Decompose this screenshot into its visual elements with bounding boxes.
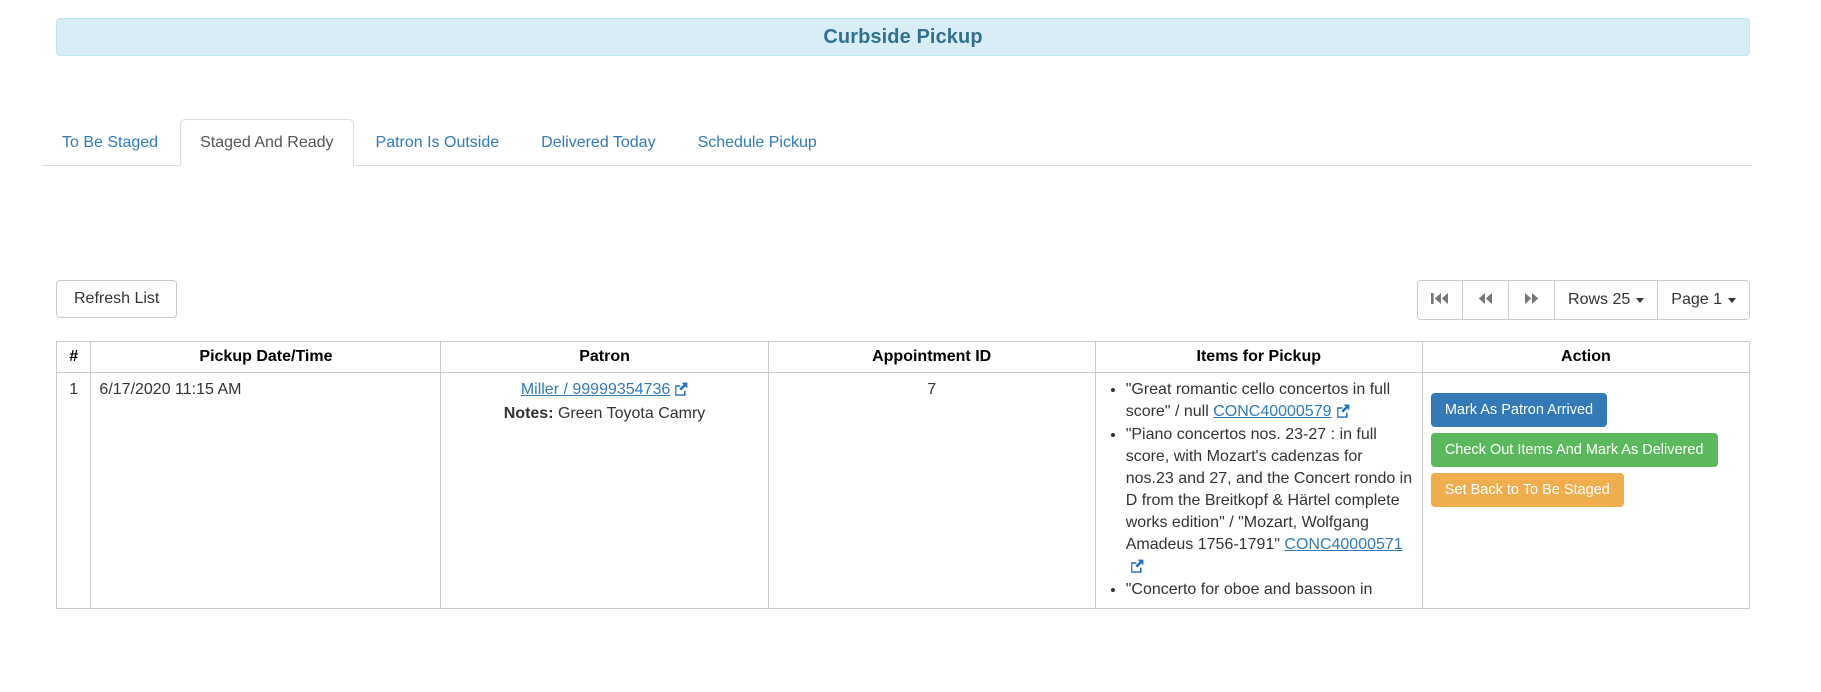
patron-block: Miller / 99999354736 Notes: Green Toyota … bbox=[449, 379, 759, 425]
cell-appointment-id: 7 bbox=[768, 373, 1095, 609]
column-header-number: # bbox=[57, 342, 91, 373]
chevron-down-icon bbox=[1728, 298, 1736, 303]
pickup-item-barcode-link[interactable]: CONC40000571 bbox=[1284, 536, 1402, 553]
pickup-list-container: # Pickup Date/Time Patron Appointment ID… bbox=[56, 341, 1750, 692]
cell-pickup-datetime: 6/17/2020 11:15 AM bbox=[91, 373, 441, 609]
notes-label: Notes: bbox=[504, 405, 554, 422]
pagination-controls: Rows 25 Page 1 bbox=[1417, 280, 1750, 320]
column-header-patron: Patron bbox=[441, 342, 768, 373]
tab-delivered-today[interactable]: Delivered Today bbox=[521, 119, 675, 166]
rows-per-page-dropdown[interactable]: Rows 25 bbox=[1555, 280, 1658, 320]
previous-page-button[interactable] bbox=[1463, 280, 1509, 320]
tab-schedule-pickup[interactable]: Schedule Pickup bbox=[678, 119, 837, 166]
cell-row-number: 1 bbox=[57, 373, 91, 609]
table-row: 16/17/2020 11:15 AM Miller / 99999354736 N… bbox=[57, 373, 1750, 609]
action-button-0[interactable]: Mark As Patron Arrived bbox=[1431, 393, 1607, 427]
action-button-2[interactable]: Set Back to To Be Staged bbox=[1431, 473, 1624, 507]
external-link-icon[interactable] bbox=[1336, 404, 1350, 418]
tab-label: Schedule Pickup bbox=[698, 134, 817, 151]
pickup-items-list: "Great romantic cello concertos in full … bbox=[1104, 379, 1414, 601]
first-page-icon bbox=[1431, 292, 1449, 308]
tab-label: Delivered Today bbox=[541, 134, 655, 151]
action-button-group: Mark As Patron Arrived Check Out Items An… bbox=[1431, 379, 1741, 507]
pickup-item: "Piano concertos nos. 23-27 : in full sc… bbox=[1126, 424, 1414, 578]
first-page-button[interactable] bbox=[1417, 280, 1463, 320]
pickup-item: "Concerto for oboe and bassoon in bbox=[1126, 579, 1414, 601]
action-button-1[interactable]: Check Out Items And Mark As Delivered bbox=[1431, 433, 1718, 467]
column-header-appointment-id: Appointment ID bbox=[768, 342, 1095, 373]
cell-items-for-pickup: "Great romantic cello concertos in full … bbox=[1095, 373, 1422, 609]
tab-label: Staged And Ready bbox=[200, 134, 333, 151]
column-header-action: Action bbox=[1422, 342, 1749, 373]
column-header-items: Items for Pickup bbox=[1095, 342, 1422, 373]
cell-patron: Miller / 99999354736 Notes: Green Toyota … bbox=[441, 373, 768, 609]
cell-actions: Mark As Patron Arrived Check Out Items An… bbox=[1422, 373, 1749, 609]
pickup-item-title: "Concerto for oboe and bassoon in bbox=[1126, 581, 1373, 598]
list-toolbar: Refresh List bbox=[56, 280, 1750, 320]
pickup-item-title: "Piano concertos nos. 23-27 : in full sc… bbox=[1126, 426, 1412, 553]
page-title: Curbside Pickup bbox=[823, 26, 982, 49]
external-link-icon[interactable] bbox=[674, 382, 688, 396]
rows-per-page-label: Rows 25 bbox=[1568, 290, 1630, 310]
column-header-pickup-datetime: Pickup Date/Time bbox=[91, 342, 441, 373]
pickup-item-barcode-link[interactable]: CONC40000579 bbox=[1213, 403, 1331, 420]
patron-link[interactable]: Miller / 99999354736 bbox=[521, 381, 670, 398]
chevron-down-icon bbox=[1636, 298, 1644, 303]
page-banner: Curbside Pickup bbox=[56, 18, 1750, 56]
tab-patron-is-outside[interactable]: Patron Is Outside bbox=[356, 119, 520, 166]
pickup-item: "Great romantic cello concertos in full … bbox=[1126, 379, 1414, 423]
external-link-icon[interactable] bbox=[1130, 559, 1144, 573]
previous-page-icon bbox=[1477, 292, 1495, 308]
patron-notes: Notes: Green Toyota Camry bbox=[449, 403, 759, 425]
page-selector-label: Page 1 bbox=[1671, 290, 1722, 310]
tab-to-be-staged[interactable]: To Be Staged bbox=[42, 119, 178, 166]
next-page-button[interactable] bbox=[1509, 280, 1555, 320]
notes-value: Green Toyota Camry bbox=[558, 405, 705, 422]
pickup-list-table: # Pickup Date/Time Patron Appointment ID… bbox=[56, 341, 1750, 609]
refresh-list-button[interactable]: Refresh List bbox=[56, 280, 177, 318]
page-selector-dropdown[interactable]: Page 1 bbox=[1658, 280, 1750, 320]
table-header-row: # Pickup Date/Time Patron Appointment ID… bbox=[57, 342, 1750, 373]
curbside-pickup-page: Curbside Pickup To Be Staged Staged And R… bbox=[0, 0, 1821, 692]
next-page-icon bbox=[1523, 292, 1541, 308]
tab-staged-and-ready[interactable]: Staged And Ready bbox=[180, 119, 353, 166]
tab-label: Patron Is Outside bbox=[376, 134, 500, 151]
tab-label: To Be Staged bbox=[62, 134, 158, 151]
tab-bar: To Be Staged Staged And Ready Patron Is Ou… bbox=[42, 110, 1752, 166]
